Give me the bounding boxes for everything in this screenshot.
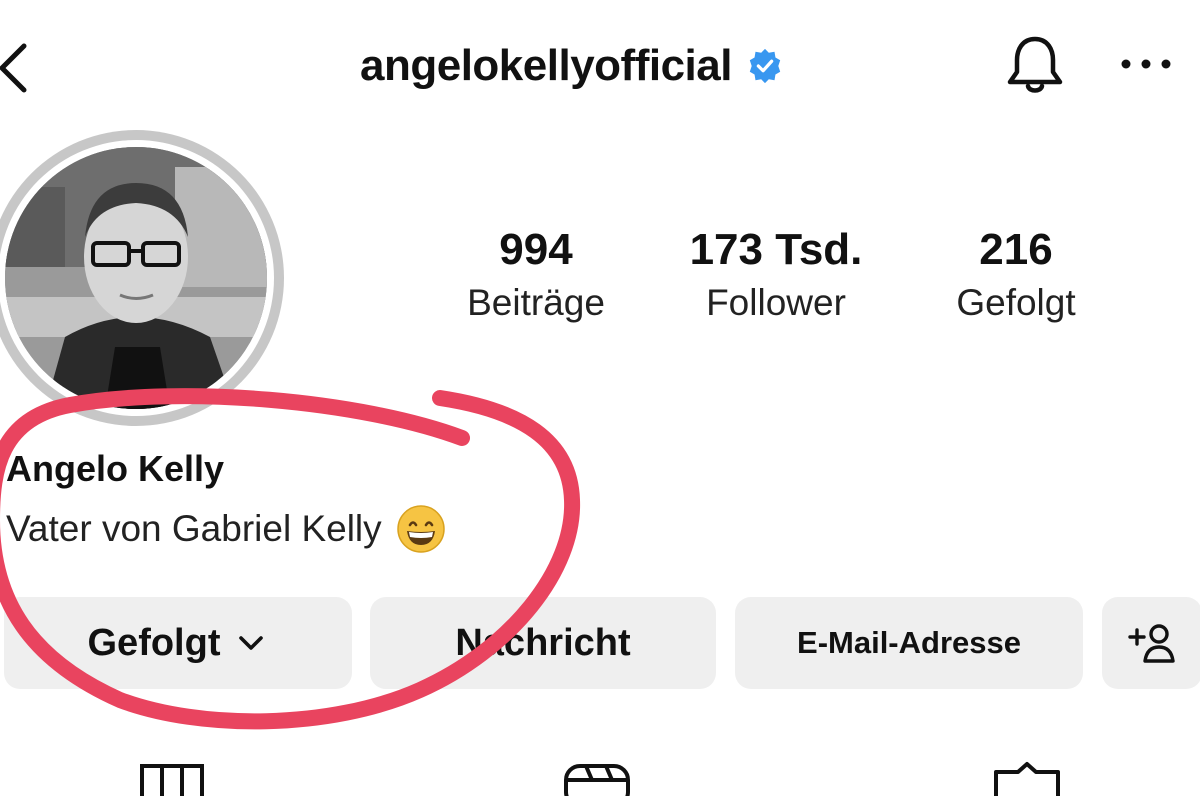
avatar-story-ring[interactable]	[0, 130, 284, 426]
back-icon[interactable]	[0, 38, 36, 98]
verified-badge-icon	[749, 48, 781, 84]
grid-icon[interactable]	[138, 756, 208, 796]
stat-posts[interactable]: 994 Beiträge	[416, 222, 656, 328]
grinning-face-icon	[396, 505, 445, 553]
following-button[interactable]: Gefolgt	[4, 597, 352, 689]
username-title: angelokellyofficial	[360, 41, 732, 90]
message-button[interactable]: Nachricht	[370, 597, 716, 689]
profile-bio: Vater von Gabriel Kelly	[6, 504, 446, 554]
email-button-label: E-Mail-Adresse	[797, 625, 1021, 660]
following-button-label: Gefolgt	[87, 621, 221, 664]
stat-followers-label: Follower	[706, 282, 846, 323]
add-user-icon	[1128, 624, 1175, 663]
email-button[interactable]: E-Mail-Adresse	[735, 597, 1083, 689]
stat-following[interactable]: 216 Gefolgt	[896, 222, 1136, 328]
stat-followers-value: 173 Tsd.	[689, 225, 863, 274]
stat-posts-value: 994	[499, 225, 573, 274]
profile-bio-text: Vater von Gabriel Kelly	[6, 508, 382, 549]
add-user-button[interactable]	[1102, 597, 1200, 689]
stat-following-label: Gefolgt	[956, 282, 1076, 323]
stat-posts-label: Beiträge	[467, 282, 605, 323]
stat-following-value: 216	[979, 225, 1053, 274]
avatar[interactable]	[5, 147, 267, 409]
reels-icon[interactable]	[562, 756, 632, 796]
message-button-label: Nachricht	[455, 621, 631, 664]
more-icon[interactable]	[1118, 52, 1174, 76]
profile-username-header: angelokellyofficial	[360, 36, 784, 96]
bell-icon[interactable]	[1000, 30, 1070, 100]
tagged-icon[interactable]	[992, 756, 1062, 796]
chevron-down-icon	[239, 636, 264, 650]
stat-followers[interactable]: 173 Tsd. Follower	[656, 222, 896, 328]
profile-name: Angelo Kelly	[6, 448, 225, 489]
